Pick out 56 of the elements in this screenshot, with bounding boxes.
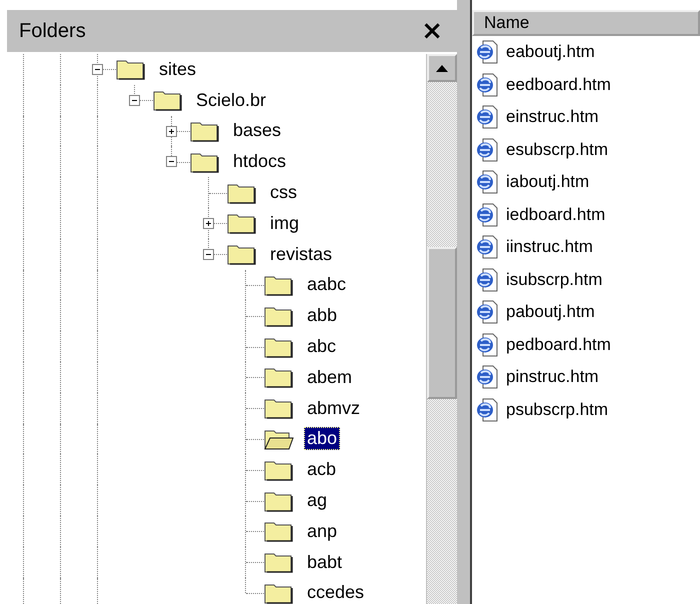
expander-icon[interactable] — [166, 126, 177, 137]
folder-item[interactable]: abo — [304, 427, 340, 450]
up-arrow-icon — [436, 64, 448, 72]
folder-item[interactable]: ag — [304, 489, 330, 512]
file-name[interactable]: psubscrp.htm — [506, 400, 608, 420]
close-button[interactable]: × — [417, 18, 447, 44]
folder-item[interactable]: img — [267, 212, 302, 235]
file-name[interactable]: pedboard.htm — [506, 334, 611, 355]
web-page-icon — [476, 40, 498, 64]
file-name[interactable]: iedboard.htm — [506, 204, 606, 225]
folder-item[interactable]: abmvz — [304, 396, 364, 420]
scroll-thumb[interactable] — [427, 247, 457, 399]
file-name[interactable]: eedboard.htm — [506, 74, 611, 95]
web-page-icon — [476, 202, 498, 227]
file-name[interactable]: pinstruc.htm — [506, 367, 599, 388]
scrollbar[interactable] — [426, 54, 457, 604]
folder-item[interactable]: abb — [304, 304, 340, 328]
file-name[interactable]: einstruc.htm — [506, 107, 599, 128]
pane-title: Folders — [19, 20, 86, 42]
file-name[interactable]: esubscrp.htm — [506, 140, 608, 160]
folder-item[interactable]: revistas — [267, 242, 336, 266]
expander-icon[interactable] — [203, 218, 214, 229]
folder-item[interactable]: anp — [304, 520, 340, 543]
folder-item[interactable]: ccedes — [304, 581, 368, 604]
file-name[interactable]: iaboutj.htm — [506, 172, 590, 192]
web-page-icon — [476, 365, 498, 390]
web-page-icon — [476, 332, 498, 357]
folder-item[interactable]: aabc — [304, 273, 350, 296]
file-name[interactable]: iinstruc.htm — [506, 237, 593, 258]
folder-item[interactable]: babt — [304, 550, 346, 574]
web-page-icon — [476, 398, 498, 422]
folder-item[interactable]: bases — [230, 119, 284, 142]
expander-icon[interactable] — [166, 156, 177, 168]
folder-item[interactable]: htdocs — [230, 150, 290, 174]
web-page-icon — [476, 138, 498, 162]
file-name[interactable]: paboutj.htm — [506, 302, 595, 322]
folder-item[interactable]: acb — [304, 458, 340, 482]
web-page-icon — [476, 170, 498, 194]
folder-item[interactable]: css — [267, 181, 300, 204]
web-page-icon — [476, 300, 498, 324]
folder-item[interactable]: Scielo.br — [193, 88, 270, 112]
folder-item[interactable]: abc — [304, 335, 340, 358]
web-page-icon — [476, 105, 498, 130]
web-page-icon — [476, 268, 498, 292]
expander-icon[interactable] — [92, 64, 103, 75]
expander-icon[interactable] — [203, 248, 214, 260]
web-page-icon — [476, 72, 498, 97]
column-header[interactable]: Name — [472, 10, 700, 36]
file-name[interactable]: isubscrp.htm — [506, 270, 602, 290]
scroll-up-button[interactable] — [427, 54, 457, 82]
pane-splitter[interactable] — [457, 0, 472, 604]
web-page-icon — [476, 235, 498, 260]
folder-item[interactable]: sites — [156, 58, 200, 81]
folder-item[interactable]: abem — [304, 366, 356, 389]
expander-icon[interactable] — [129, 94, 140, 106]
file-name[interactable]: eaboutj.htm — [506, 42, 595, 62]
